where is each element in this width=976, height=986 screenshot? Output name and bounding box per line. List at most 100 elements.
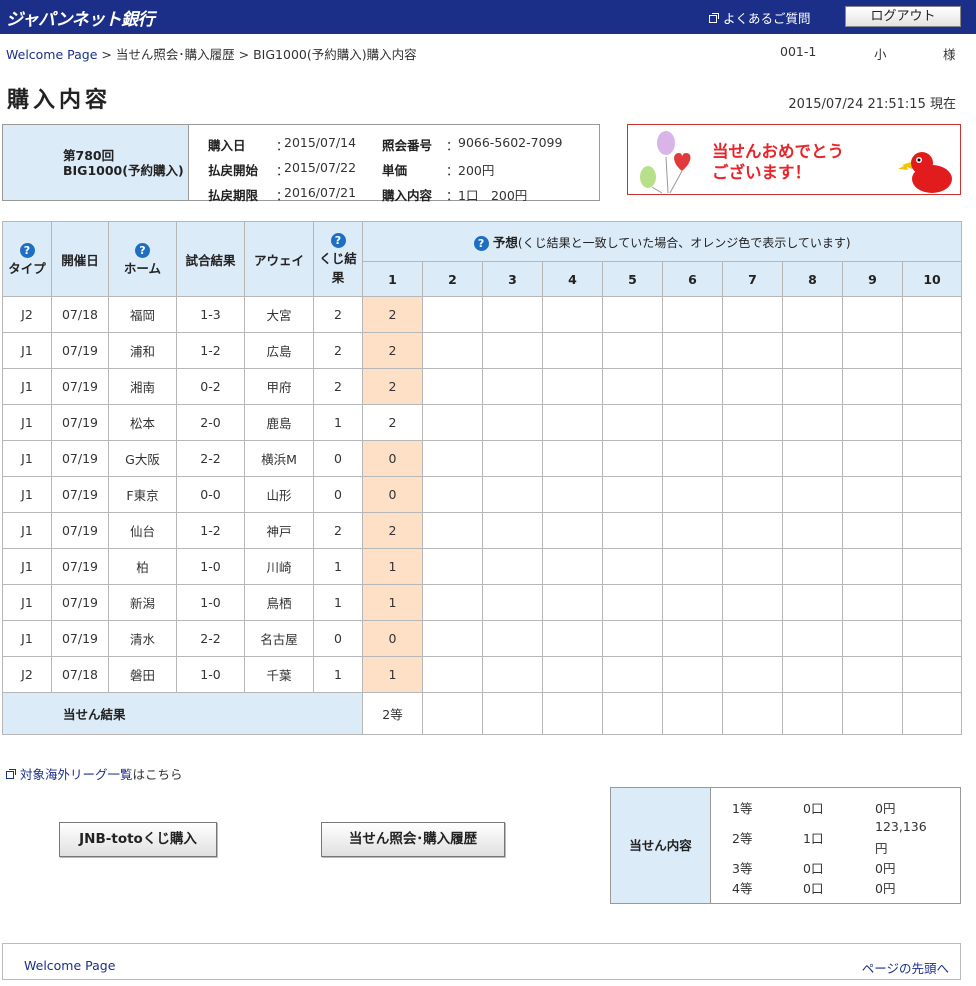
match-rows: J2 07/18 福岡 1-3 大宮 2 2 J1 07/19 浦和 1-2 広島 2 2 J1 07/19 湘…	[2, 296, 963, 693]
table-row: J2 07/18 磐田 1-0 千葉 1 1	[2, 656, 963, 693]
page-title: 購入内容	[7, 88, 112, 113]
cell-date: 07/19	[51, 548, 109, 585]
empty-cell	[602, 512, 663, 549]
help-icon[interactable]: ?	[19, 242, 35, 258]
empty-cell	[662, 296, 723, 333]
empty-cell	[662, 512, 723, 549]
empty-cell	[722, 620, 783, 657]
empty-cell	[422, 584, 483, 621]
cell-kuji-result: 1	[313, 656, 363, 693]
cell-type: J1	[2, 476, 52, 513]
empty-cell	[662, 692, 723, 735]
cell-home: 浦和	[108, 332, 177, 369]
empty-cell	[782, 332, 843, 369]
cell-score: 1-2	[176, 332, 245, 369]
cell-away: 名古屋	[244, 620, 314, 657]
help-icon[interactable]: ?	[330, 233, 346, 248]
empty-cell	[662, 332, 723, 369]
win-grade: 4等	[732, 881, 753, 896]
unit-price-label: 単価	[382, 163, 408, 178]
empty-cell	[602, 296, 663, 333]
buy-toto-button[interactable]: JNB-totoくじ購入	[59, 822, 217, 857]
empty-cell	[482, 476, 543, 513]
purchase-content-label: 購入内容	[382, 188, 433, 203]
payout-start-label: 払戻開始	[208, 163, 259, 178]
cell-score: 2-0	[176, 404, 245, 441]
empty-cell	[602, 440, 663, 477]
header-kuji-label: くじ結果	[319, 251, 357, 285]
empty-cell	[602, 476, 663, 513]
empty-cell	[482, 656, 543, 693]
result-label: 当せん結果	[2, 692, 363, 735]
breadcrumb-home-link[interactable]: Welcome Page	[6, 47, 97, 62]
empty-cell	[842, 656, 903, 693]
cell-score: 1-0	[176, 548, 245, 585]
cell-type: J1	[2, 620, 52, 657]
back-to-top-link[interactable]: ページの先頭へ	[862, 958, 949, 977]
empty-cell	[542, 368, 603, 405]
payout-start-value: 2015/07/22	[284, 160, 357, 175]
breadcrumb-history[interactable]: 当せん照会･購入履歴	[116, 47, 235, 62]
empty-cell	[662, 584, 723, 621]
footer-home-link[interactable]: Welcome Page	[24, 958, 115, 973]
colon: ：	[446, 138, 459, 153]
help-icon[interactable]: ?	[473, 236, 489, 251]
header-home-label: ホーム	[123, 260, 162, 276]
empty-cell	[782, 656, 843, 693]
cell-kuji-result: 1	[313, 548, 363, 585]
empty-cell	[842, 332, 903, 369]
empty-cell	[901, 584, 963, 621]
empty-cell	[842, 368, 903, 405]
cell-type: J1	[2, 584, 52, 621]
empty-cell	[901, 620, 963, 657]
cell-date: 07/19	[51, 404, 109, 441]
cell-type: J2	[2, 296, 52, 333]
cell-type: J1	[2, 368, 52, 405]
cell-away: 甲府	[244, 368, 314, 405]
cell-prediction: 0	[362, 440, 423, 477]
banner-line-2: ございます！	[712, 163, 811, 182]
empty-cell	[542, 296, 603, 333]
empty-cell	[782, 620, 843, 657]
breadcrumb-current: BIG1000(予約購入)購入内容	[253, 47, 417, 62]
empty-cell	[842, 404, 903, 441]
empty-cell	[482, 404, 543, 441]
help-icon[interactable]: ?	[135, 242, 150, 258]
table-row: J1 07/19 松本 2-0 鹿島 1 2	[2, 404, 963, 441]
cell-home: 新潟	[108, 584, 177, 621]
empty-cell	[542, 584, 603, 621]
empty-cell	[422, 476, 483, 513]
cell-kuji-result: 1	[313, 584, 363, 621]
empty-cell	[482, 296, 543, 333]
purchase-content-value: 1口 200円	[458, 188, 528, 203]
logout-button[interactable]: ログアウト	[845, 6, 961, 27]
win-amount: 123,136	[875, 819, 927, 834]
empty-cell	[722, 692, 783, 735]
cell-type: J1	[2, 404, 52, 441]
cell-prediction: 2	[362, 332, 423, 369]
cell-date: 07/19	[51, 584, 109, 621]
empty-cell	[901, 476, 963, 513]
cell-score: 2-2	[176, 440, 245, 477]
empty-cell	[722, 368, 783, 405]
cell-type: J2	[2, 656, 52, 693]
header-home: ? ホーム	[108, 221, 177, 297]
win-grade: 1等	[732, 801, 753, 816]
header-date: 開催日	[51, 221, 109, 297]
table-row: J1 07/19 柏 1-0 川崎 1 1	[2, 548, 963, 585]
column-number: 3	[482, 261, 543, 297]
header-prediction-label: 予想	[492, 235, 518, 250]
payout-deadline-value: 2016/07/21	[284, 185, 357, 200]
league-list-anchor[interactable]: 対象海外リーグ一覧	[20, 764, 133, 783]
empty-cell	[542, 404, 603, 441]
cell-kuji-result: 2	[313, 368, 363, 405]
empty-cell	[722, 548, 783, 585]
bank-logo[interactable]: ジャパンネット銀行	[6, 5, 155, 30]
empty-cell	[722, 656, 783, 693]
balloons-icon	[640, 131, 691, 194]
header-type: ? タイプ	[2, 221, 52, 297]
faq-link[interactable]: よくあるご質問	[709, 8, 811, 27]
header-type-label: タイプ	[8, 260, 46, 276]
history-button[interactable]: 当せん照会･購入履歴	[321, 822, 505, 857]
empty-cell	[482, 692, 543, 735]
